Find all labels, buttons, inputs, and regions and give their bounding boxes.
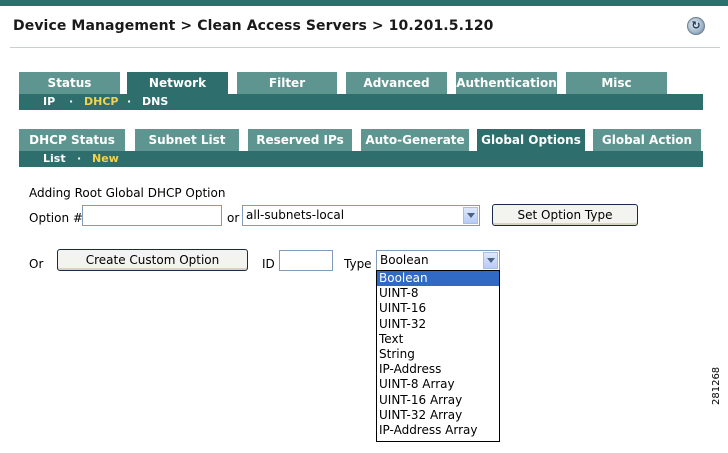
- subnav-separator: ·: [127, 95, 132, 108]
- tab-authentication[interactable]: Authentication: [456, 72, 557, 94]
- subnav-list[interactable]: List: [43, 151, 66, 167]
- subnav-new[interactable]: New: [92, 151, 119, 167]
- tab-advanced[interactable]: Advanced: [346, 72, 447, 94]
- tab-global-options[interactable]: Global Options: [477, 129, 585, 151]
- type-option-boolean[interactable]: Boolean: [377, 271, 499, 287]
- create-custom-option-button[interactable]: Create Custom Option: [57, 249, 248, 271]
- figure-number: 281268: [711, 366, 722, 405]
- type-option-uint32[interactable]: UINT-32: [377, 317, 499, 332]
- type-selected: Boolean: [380, 253, 429, 267]
- tab-network[interactable]: Network: [127, 72, 228, 94]
- tab-auto-generate[interactable]: Auto-Generate: [361, 129, 469, 151]
- type-option-uint32-array[interactable]: UINT-32 Array: [377, 408, 499, 423]
- tab-subnet-list[interactable]: Subnet List: [135, 129, 239, 151]
- breadcrumb: Device Management > Clean Access Servers…: [13, 18, 494, 34]
- tab-dhcp-status[interactable]: DHCP Status: [19, 129, 125, 151]
- option-name-select[interactable]: all-subnets-local: [242, 205, 480, 226]
- form-title: Adding Root Global DHCP Option: [29, 186, 226, 200]
- set-option-type-button[interactable]: Set Option Type: [492, 204, 638, 226]
- tab-reserved-ips[interactable]: Reserved IPs: [248, 129, 352, 151]
- or-label: or: [227, 211, 240, 225]
- tab-misc[interactable]: Misc: [566, 72, 667, 94]
- id-label: ID: [262, 257, 275, 271]
- type-option-uint16[interactable]: UINT-16: [377, 301, 499, 316]
- subnav-ip[interactable]: IP: [43, 94, 55, 110]
- option-name-selected: all-subnets-local: [246, 208, 345, 222]
- type-label: Type: [344, 257, 372, 271]
- global-options-subnav: List · New: [19, 151, 703, 167]
- top-rule: [0, 0, 728, 6]
- subnav-separator: ·: [77, 152, 82, 165]
- id-input[interactable]: [279, 250, 333, 271]
- type-option-string[interactable]: String: [377, 347, 499, 362]
- header-divider: [10, 47, 720, 48]
- chevron-down-icon[interactable]: [463, 207, 478, 224]
- tab-filter[interactable]: Filter: [237, 72, 337, 94]
- option-number-label: Option #: [29, 211, 83, 225]
- subnav-dns[interactable]: DNS: [142, 94, 168, 110]
- type-option-uint16-array[interactable]: UINT-16 Array: [377, 393, 499, 408]
- type-option-ip-address-array[interactable]: IP-Address Array: [377, 423, 499, 438]
- subnav-dhcp[interactable]: DHCP: [84, 94, 118, 110]
- type-option-uint8[interactable]: UINT-8: [377, 286, 499, 301]
- type-option-ip-address[interactable]: IP-Address: [377, 362, 499, 377]
- tab-global-action[interactable]: Global Action: [593, 129, 701, 151]
- network-subnav: IP · DHCP · DNS: [19, 94, 703, 110]
- tab-status[interactable]: Status: [19, 72, 120, 94]
- type-option-uint8-array[interactable]: UINT-8 Array: [377, 377, 499, 392]
- option-number-input[interactable]: [82, 205, 222, 226]
- type-dropdown-list: Boolean UINT-8 UINT-16 UINT-32 Text Stri…: [376, 270, 500, 442]
- type-select[interactable]: Boolean: [376, 250, 500, 271]
- chevron-down-icon[interactable]: [483, 252, 498, 269]
- or-label-2: Or: [29, 257, 44, 271]
- type-option-text[interactable]: Text: [377, 332, 499, 347]
- help-icon[interactable]: ↻: [687, 17, 705, 35]
- subnav-separator: ·: [69, 95, 74, 108]
